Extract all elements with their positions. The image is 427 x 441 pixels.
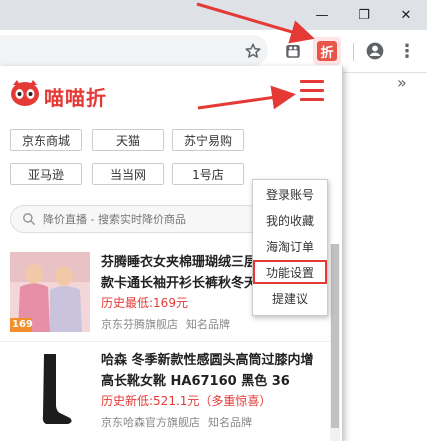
annotation-arrows [196,2,315,110]
annotation-arrow-extension [196,2,315,44]
annotation-arrow-menu [197,85,296,110]
